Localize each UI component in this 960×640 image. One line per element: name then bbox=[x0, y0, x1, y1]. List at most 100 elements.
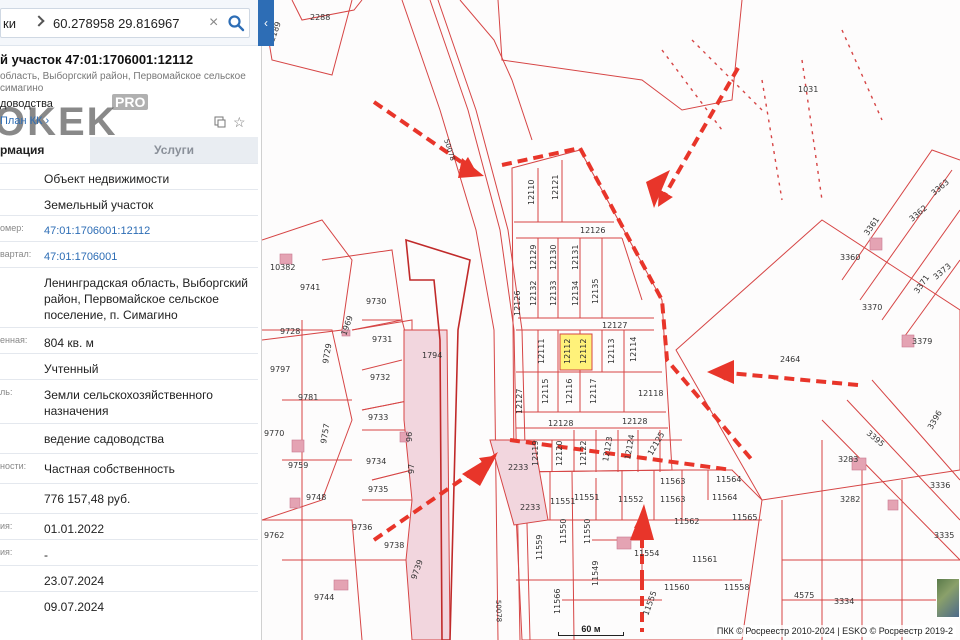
plot-label-9781: 9781 bbox=[298, 393, 318, 402]
field-value: Земельный участок bbox=[44, 198, 154, 212]
plot-label-3379: 3379 bbox=[912, 337, 932, 346]
plot-label-3396: 3396 bbox=[926, 409, 944, 431]
object-title: й участок 47:01:1706001:12112 bbox=[0, 52, 194, 67]
clear-icon[interactable]: × bbox=[209, 13, 218, 33]
plot-label-12128b: 12128 bbox=[622, 417, 647, 426]
plot-label-12126: 12126 bbox=[580, 226, 605, 235]
list-item: 776 157,48 руб. bbox=[0, 483, 258, 513]
plot-label-3395: 3395 bbox=[865, 429, 886, 449]
field-label: ия: bbox=[0, 521, 13, 531]
dotted-boundaries bbox=[661, 29, 883, 201]
plot-label-9731: 9731 bbox=[372, 335, 392, 344]
list-item: енная: 804 кв. м bbox=[0, 327, 258, 353]
list-item: 09.07.2024 bbox=[0, 591, 258, 617]
cadastral-quarter-link[interactable]: 47:01:1706001 bbox=[44, 249, 254, 265]
field-value: Ленинградская область, Выборгский район,… bbox=[44, 276, 248, 322]
field-outline bbox=[497, 0, 743, 111]
search-icon[interactable] bbox=[227, 14, 245, 32]
plot-label-9797: 9797 bbox=[270, 365, 290, 374]
plot-label-3361: 3361 bbox=[862, 215, 881, 237]
plot-label-11551: 11551 bbox=[550, 497, 575, 506]
chevron-down-icon[interactable] bbox=[33, 15, 45, 27]
plot-label-11564b: 11564 bbox=[712, 493, 737, 502]
field-value: 01.01.2022 bbox=[44, 522, 105, 536]
arrow-head-southwest bbox=[462, 452, 498, 486]
tab-information[interactable]: рмация bbox=[0, 137, 90, 163]
info-panel: ки × й участок 47:01:1706001:12112 облас… bbox=[0, 0, 262, 640]
arrow-head-north bbox=[646, 170, 670, 208]
plot-label-9744: 9744 bbox=[314, 593, 334, 602]
object-address: область, Выборгский район, Первомайское … bbox=[0, 71, 246, 82]
collapse-panel-button[interactable]: ‹ bbox=[258, 0, 274, 46]
cadastral-map[interactable]: 2288 2189 1031 12110 12121 12126 12129 1… bbox=[262, 0, 960, 640]
scale-bar: 60 м bbox=[558, 624, 624, 636]
plot-label-11552: 11552 bbox=[618, 495, 643, 504]
plot-label-9736: 9736 bbox=[352, 523, 372, 532]
plot-label-11564: 11564 bbox=[716, 475, 741, 484]
field-value: Объект недвижимости bbox=[44, 172, 170, 186]
field-label: вартал: bbox=[0, 249, 32, 259]
plot-label-9735: 9735 bbox=[368, 485, 388, 494]
plot-2464-outline bbox=[675, 219, 960, 501]
list-item: ности: Частная собственность bbox=[0, 453, 258, 483]
search-input[interactable] bbox=[53, 13, 203, 33]
plot-label-3283: 3283 bbox=[838, 455, 858, 464]
list-item: Учтенный bbox=[0, 353, 258, 379]
copy-icon[interactable] bbox=[214, 116, 226, 128]
plot-label-9730: 9730 bbox=[366, 297, 386, 306]
plot-label-12115: 12115 bbox=[541, 379, 550, 404]
shaded-plot bbox=[403, 329, 451, 640]
plot-label-12113: 12113 bbox=[607, 339, 616, 364]
search-box: ки × bbox=[0, 8, 250, 38]
plot-label-11554: 11554 bbox=[634, 549, 659, 558]
plot-divider bbox=[282, 320, 362, 640]
plot-label-12119: 12119 bbox=[531, 441, 540, 466]
plot-label-9748: 9748 bbox=[306, 493, 326, 502]
plot-label-4575: 4575 bbox=[794, 591, 814, 600]
plot-label-12133: 12133 bbox=[549, 281, 558, 306]
plot-label-11561: 11561 bbox=[692, 555, 717, 564]
list-item: вартал: 47:01:1706001 bbox=[0, 241, 258, 267]
list-item: Объект недвижимости bbox=[0, 163, 258, 189]
plot-label-12118: 12118 bbox=[638, 389, 663, 398]
field-label: ль: bbox=[0, 387, 13, 397]
map-canvas[interactable]: 2288 2189 1031 12110 12121 12126 12129 1… bbox=[262, 0, 960, 640]
plot-label-11551b: 11551 bbox=[574, 493, 599, 502]
plot-label-9762: 9762 bbox=[264, 531, 284, 540]
plot-label-10382: 10382 bbox=[270, 263, 295, 272]
search-bar: ки × bbox=[0, 0, 258, 46]
field-value: 804 кв. м bbox=[44, 336, 94, 350]
star-icon[interactable]: ☆ bbox=[233, 114, 246, 131]
plot-label-11566: 11566 bbox=[553, 589, 562, 614]
satellite-thumbnail[interactable] bbox=[936, 578, 960, 618]
plot-label-12127: 12127 bbox=[602, 321, 627, 330]
plot-label-2233: 2233 bbox=[508, 463, 528, 472]
plot-label-11562: 11562 bbox=[674, 517, 699, 526]
field-label: омер: bbox=[0, 223, 24, 233]
map-attribution: ПКК © Росреестр 2010-2024 | ESKO © Росре… bbox=[713, 625, 956, 637]
plot-label-12130: 12130 bbox=[549, 245, 558, 270]
list-item: 23.07.2024 bbox=[0, 565, 258, 591]
field-value: 23.07.2024 bbox=[44, 574, 105, 588]
cadastral-number-link[interactable]: 47:01:1706001:12112 bbox=[44, 223, 254, 239]
plot-label-11550b: 11550 bbox=[583, 519, 592, 544]
search-scope-select[interactable]: ки bbox=[3, 16, 16, 31]
plot-outline bbox=[262, 219, 353, 341]
plot-label-12134: 12134 bbox=[571, 281, 580, 306]
plot-label-9738: 9738 bbox=[384, 541, 404, 550]
plan-kk-link[interactable]: План КК › bbox=[0, 115, 49, 127]
plot-label-9733: 9733 bbox=[368, 413, 388, 422]
tab-services[interactable]: Услуги bbox=[90, 137, 258, 163]
plot-label-2233b: 2233 bbox=[520, 503, 540, 512]
plot-label-12135: 12135 bbox=[591, 279, 600, 304]
arrow-head-northwest bbox=[458, 158, 484, 178]
field-label: ия: bbox=[0, 547, 13, 557]
plot-label-9741: 9741 bbox=[300, 283, 320, 292]
plot-label-12110: 12110 bbox=[527, 180, 536, 205]
list-item: ия: 01.01.2022 bbox=[0, 513, 258, 539]
plot-label-11563: 11563 bbox=[660, 477, 685, 486]
plot-label-9759: 9759 bbox=[288, 461, 308, 470]
plot-label-11559: 11559 bbox=[535, 535, 544, 560]
plot-label-9732: 9732 bbox=[370, 373, 390, 382]
field-label: енная: bbox=[0, 335, 28, 345]
